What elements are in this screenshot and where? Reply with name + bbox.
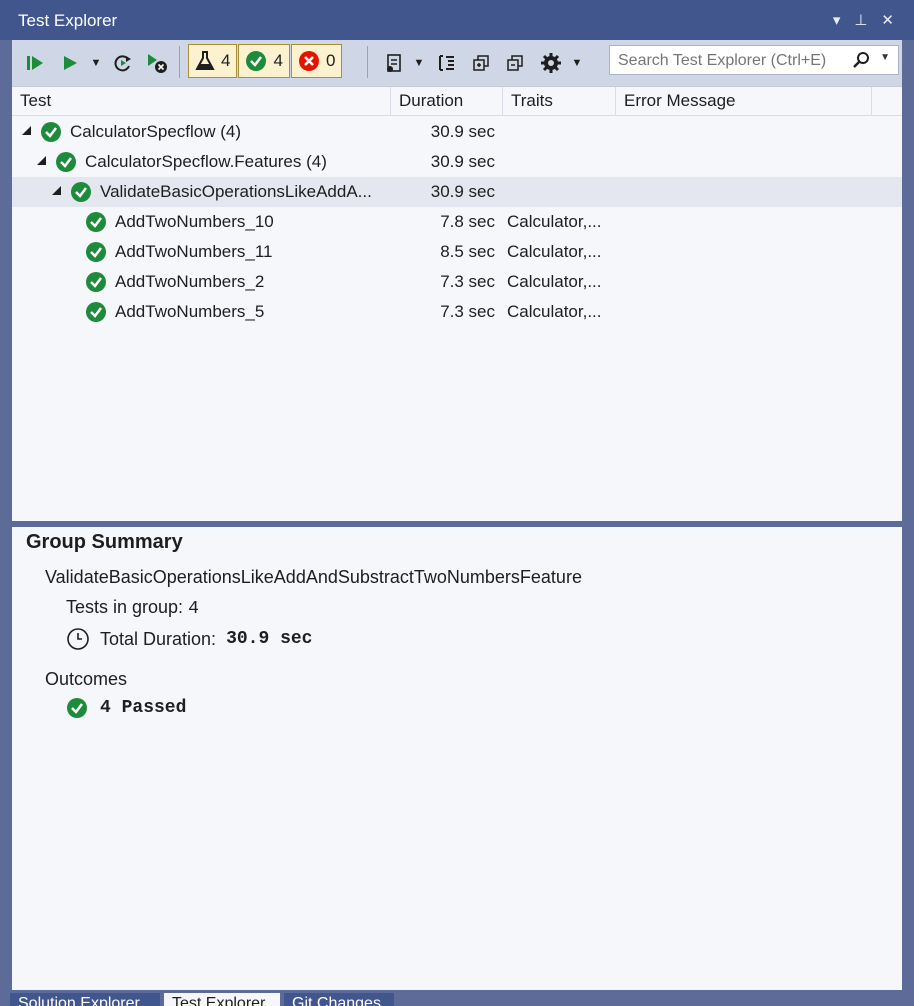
passed-icon — [71, 182, 91, 202]
tree-row-name: AddTwoNumbers_5 — [115, 302, 265, 321]
tree-row-test[interactable]: AddTwoNumbers_2 7.3 sec Calculator,... — [12, 267, 902, 297]
passed-icon — [67, 698, 87, 718]
playlist-dropdown-icon[interactable]: ▼ — [412, 50, 426, 76]
search-options-dropdown-icon[interactable]: ▼ — [880, 52, 890, 63]
summary-group-name: ValidateBasicOperationsLikeAddAndSubstra… — [45, 567, 582, 587]
total-tests-filter[interactable]: 4 — [188, 44, 238, 78]
tree-row-duration: 30.9 sec — [430, 182, 495, 201]
outcome-passed-text: 4 Passed — [100, 698, 187, 718]
column-header-error-message[interactable]: Error Message — [616, 87, 872, 115]
cancel-run-icon[interactable] — [144, 50, 170, 76]
tab-solution-explorer[interactable]: Solution Explorer — [10, 993, 160, 1006]
passed-icon — [86, 302, 106, 322]
search-box[interactable]: ▼ — [609, 45, 899, 75]
tree-row-class-selected[interactable]: ValidateBasicOperationsLikeAddA... 30.9 … — [12, 177, 902, 207]
expand-all-icon[interactable] — [469, 50, 493, 76]
total-duration-label: Total Duration: — [100, 628, 217, 649]
window-title: Test Explorer — [18, 11, 118, 30]
outcomes-label: Outcomes — [45, 669, 128, 689]
tree-row-traits: Calculator,... — [507, 242, 602, 261]
window-dropdown-icon[interactable]: ▾ — [833, 11, 841, 29]
pin-icon[interactable]: ⊥ — [854, 11, 867, 29]
column-header-test[interactable]: Test — [12, 87, 391, 115]
passed-icon — [41, 122, 61, 142]
test-explorer-panel: ▼ 4 4 0 ▼ ▼ Search Test Explorer (Ctrl+E… — [12, 40, 902, 521]
tree-row-duration: 7.3 sec — [440, 272, 495, 291]
column-header-row: Test Duration Traits Error Message — [12, 87, 902, 116]
tab-git-changes[interactable]: Git Changes — [284, 993, 394, 1006]
total-count: 4 — [221, 51, 231, 70]
tree-row-duration: 7.8 sec — [440, 212, 495, 231]
title-bar: Test Explorer ▾ ⊥ ✕ — [0, 0, 914, 40]
clock-icon — [67, 628, 89, 650]
passed-count: 4 — [273, 51, 283, 70]
failed-icon — [298, 51, 319, 71]
search-icon[interactable] — [852, 51, 870, 74]
outcome-passed[interactable]: 4 Passed — [66, 697, 186, 719]
tree-row-name: AddTwoNumbers_11 — [115, 242, 273, 261]
tests-in-group-label: Tests in group: — [66, 597, 184, 617]
total-duration-value: 30.9 sec — [226, 629, 313, 649]
tree-row-name: ValidateBasicOperationsLikeAddA... — [100, 182, 372, 201]
tree-row-duration: 7.3 sec — [440, 302, 495, 321]
tree-row-name: CalculatorSpecflow (4) — [70, 122, 242, 141]
group-summary-pane: Group Summary ValidateBasicOperationsLik… — [12, 527, 902, 990]
tree-row-name: CalculatorSpecflow.Features (4) — [85, 152, 327, 171]
tree-row-namespace[interactable]: CalculatorSpecflow.Features (4) 30.9 sec — [12, 147, 902, 177]
tree-row-project[interactable]: CalculatorSpecflow (4) 30.9 sec — [12, 117, 902, 147]
passed-icon — [86, 272, 106, 292]
bottom-tab-strip: Solution Explorer Test Explorer Git Chan… — [0, 990, 914, 1006]
run-icon[interactable] — [58, 50, 82, 76]
passed-icon — [56, 152, 76, 172]
tests-in-group: Tests in group: 4 — [66, 597, 199, 619]
passed-tests-filter[interactable]: 4 — [238, 44, 290, 78]
passed-icon — [86, 212, 106, 232]
settings-dropdown-icon[interactable]: ▼ — [570, 50, 584, 76]
tree-row-duration: 8.5 sec — [440, 242, 495, 261]
flask-icon — [195, 51, 215, 70]
expand-arrow-icon[interactable] — [22, 126, 31, 135]
tree-row-test[interactable]: AddTwoNumbers_11 8.5 sec Calculator,... — [12, 237, 902, 267]
toolbar: ▼ 4 4 0 ▼ ▼ Search Test Explorer (Ctrl+E… — [12, 40, 902, 87]
tab-test-explorer[interactable]: Test Explorer — [164, 993, 280, 1006]
expand-arrow-icon[interactable] — [37, 156, 46, 165]
column-header-traits[interactable]: Traits — [503, 87, 616, 115]
tree-row-duration: 30.9 sec — [430, 152, 495, 171]
toolbar-separator — [179, 46, 180, 78]
tree-row-test[interactable]: AddTwoNumbers_10 7.8 sec Calculator,... — [12, 207, 902, 237]
tree-row-name: AddTwoNumbers_2 — [115, 272, 265, 291]
run-dropdown-icon[interactable]: ▼ — [88, 50, 104, 76]
failed-count: 0 — [325, 51, 336, 70]
tree-row-traits: Calculator,... — [507, 302, 602, 321]
tree-row-test[interactable]: AddTwoNumbers_5 7.3 sec Calculator,... — [12, 297, 902, 327]
summary-title: Group Summary — [26, 531, 183, 553]
close-icon[interactable]: ✕ — [881, 11, 894, 29]
column-header-duration[interactable]: Duration — [391, 87, 503, 115]
tests-in-group-value: 4 — [188, 599, 199, 619]
settings-gear-icon[interactable] — [538, 50, 564, 76]
expand-arrow-icon[interactable] — [52, 186, 61, 195]
tree-row-duration: 30.9 sec — [430, 122, 495, 141]
failed-tests-filter[interactable]: 0 — [290, 44, 343, 78]
tree-row-traits: Calculator,... — [507, 272, 602, 291]
search-input[interactable] — [616, 50, 850, 72]
tree-row-traits: Calculator,... — [507, 212, 602, 231]
test-tree: CalculatorSpecflow (4) 30.9 sec Calculat… — [12, 117, 902, 327]
passed-icon — [246, 51, 267, 71]
toolbar-separator — [367, 46, 368, 78]
group-by-icon[interactable] — [435, 50, 459, 76]
total-duration: Total Duration: 30.9 sec — [66, 627, 312, 651]
rerun-failed-icon[interactable] — [111, 50, 135, 76]
collapse-all-icon[interactable] — [503, 50, 527, 76]
passed-icon — [86, 242, 106, 262]
tree-row-name: AddTwoNumbers_10 — [115, 212, 274, 231]
playlist-icon[interactable] — [382, 50, 406, 76]
run-all-icon[interactable] — [22, 50, 48, 76]
